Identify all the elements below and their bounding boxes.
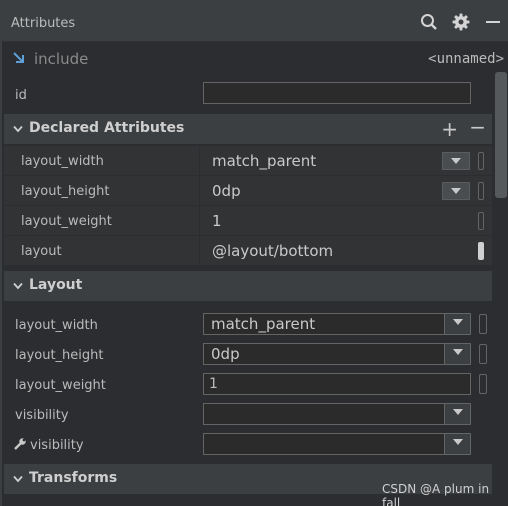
chevron-down-icon: [451, 158, 461, 164]
layout-row: layout_width match_parent: [2, 309, 492, 339]
minimize-icon[interactable]: [484, 13, 502, 31]
layout-height-combo[interactable]: 0dp: [203, 343, 471, 365]
remove-attribute-button[interactable]: −: [469, 115, 486, 139]
resource-picker-button[interactable]: [478, 242, 484, 260]
declared-row[interactable]: layout_weight 1: [4, 206, 492, 236]
declared-attr-value[interactable]: 0dp: [212, 182, 241, 200]
dropdown-button[interactable]: [442, 152, 470, 170]
combo-value: 0dp: [211, 345, 240, 363]
declared-attributes-title: Declared Attributes: [29, 120, 185, 136]
layout-width-combo[interactable]: match_parent: [203, 313, 471, 335]
layout-section-header[interactable]: Layout: [4, 271, 492, 301]
resource-picker-button[interactable]: [478, 152, 484, 170]
layout-row: layout_weight 1: [2, 369, 492, 399]
id-label: id: [15, 88, 27, 103]
chevron-down-icon: [453, 409, 463, 415]
column-divider: [199, 206, 200, 236]
attributes-panel: Attributes include <unnamed> id Declared…: [0, 0, 508, 506]
visibility-combo[interactable]: [203, 403, 471, 425]
component-row: include <unnamed>: [2, 42, 508, 76]
dropdown-button[interactable]: [442, 182, 470, 200]
declared-attr-name: layout_weight: [21, 214, 112, 229]
resource-picker-button[interactable]: [479, 374, 487, 394]
dropdown-button[interactable]: [444, 404, 470, 424]
column-divider: [199, 146, 200, 176]
combo-value: match_parent: [211, 315, 316, 333]
layout-weight-input[interactable]: 1: [203, 373, 471, 395]
panel-header: Attributes: [2, 0, 508, 42]
chevron-down-icon: [453, 439, 463, 445]
dropdown-button[interactable]: [444, 434, 470, 454]
include-arrow-icon: [12, 51, 26, 65]
declared-row[interactable]: layout_height 0dp: [4, 176, 492, 206]
tools-visibility-combo[interactable]: [203, 433, 471, 455]
declared-attr-name: layout_width: [21, 154, 104, 169]
layout-attr-name: visibility: [30, 438, 84, 453]
chevron-down-icon: [453, 349, 463, 355]
layout-row: visibility: [2, 399, 492, 429]
id-input[interactable]: [203, 82, 471, 104]
add-attribute-button[interactable]: +: [441, 117, 458, 141]
declared-attr-value[interactable]: 1: [212, 212, 222, 230]
gear-icon[interactable]: [452, 13, 470, 31]
watermark: CSDN @A plum in fall: [382, 482, 490, 506]
chevron-down-icon: [451, 188, 461, 194]
chevron-down-icon: [13, 125, 23, 133]
vertical-scrollbar[interactable]: [495, 72, 507, 198]
layout-attr-name: layout_weight: [15, 378, 106, 393]
layout-row: visibility: [2, 429, 492, 459]
chevron-down-icon: [13, 475, 23, 483]
resource-picker-button[interactable]: [479, 344, 487, 364]
declared-row[interactable]: layout @layout/bottom: [4, 236, 492, 266]
resource-picker-button[interactable]: [478, 182, 484, 200]
layout-attr-name: visibility: [15, 408, 69, 423]
component-name: <unnamed>: [428, 51, 504, 67]
panel-title: Attributes: [11, 16, 76, 31]
column-divider: [199, 176, 200, 206]
declared-attr-name: layout_height: [21, 184, 110, 199]
chevron-down-icon: [453, 319, 463, 325]
declared-attr-value[interactable]: match_parent: [212, 152, 316, 170]
dropdown-button[interactable]: [444, 314, 470, 334]
chevron-down-icon: [13, 282, 23, 290]
layout-row: layout_height 0dp: [2, 339, 492, 369]
resource-picker-button[interactable]: [479, 314, 487, 334]
declared-attr-value[interactable]: @layout/bottom: [212, 242, 333, 260]
id-row: id: [2, 78, 492, 112]
resource-picker-button[interactable]: [478, 212, 484, 230]
search-icon[interactable]: [420, 13, 438, 31]
layout-section-title: Layout: [29, 277, 83, 293]
transforms-section-title: Transforms: [29, 470, 118, 486]
wrench-icon: [13, 437, 27, 451]
layout-attr-name: layout_height: [15, 348, 104, 363]
declared-row[interactable]: layout_width match_parent: [4, 146, 492, 176]
dropdown-button[interactable]: [444, 344, 470, 364]
component-tag: include: [34, 50, 89, 68]
layout-attr-name: layout_width: [15, 318, 98, 333]
column-divider: [199, 236, 200, 266]
declared-attributes-header[interactable]: Declared Attributes + −: [4, 114, 492, 144]
declared-attr-name: layout: [21, 244, 62, 259]
